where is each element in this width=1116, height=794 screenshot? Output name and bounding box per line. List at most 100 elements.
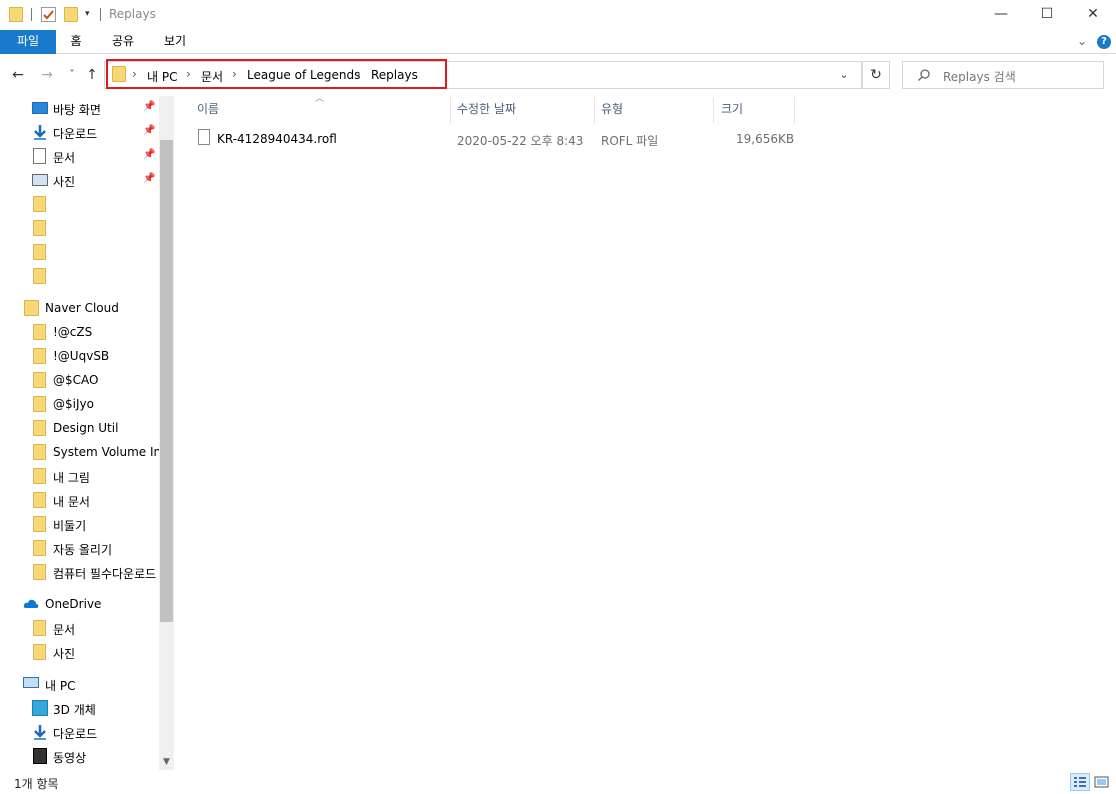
nav-item-label: Naver Cloud xyxy=(45,301,119,315)
nav-item-folder[interactable]: 내 문서 xyxy=(0,489,160,511)
up-button[interactable]: ↑ xyxy=(82,65,102,85)
close-button[interactable]: ✕ xyxy=(1070,0,1116,30)
maximize-button[interactable]: ☐ xyxy=(1024,0,1070,30)
nav-item-label: 컴퓨터 필수다운로드 xyxy=(53,567,157,581)
breadcrumb-separator: › xyxy=(356,67,361,81)
pin-icon: 📌 xyxy=(143,149,156,160)
nav-item-label: 문서 xyxy=(53,623,76,637)
nav-item-folder[interactable]: System Volume Info xyxy=(0,441,160,463)
column-divider[interactable] xyxy=(713,97,714,123)
help-icon[interactable]: ? xyxy=(1097,35,1111,49)
nav-item-folder[interactable]: !@UqvSB xyxy=(0,345,160,367)
nav-item-folder[interactable]: 컴퓨터 필수다운로드 xyxy=(0,561,160,583)
nav-item-pictures[interactable]: 사진 📌 xyxy=(0,169,160,191)
forward-button[interactable]: → xyxy=(37,65,57,85)
nav-item-folder[interactable] xyxy=(0,265,160,287)
nav-item-label: 자동 올리기 xyxy=(53,543,113,557)
nav-item-label: System Volume Info xyxy=(53,445,160,459)
nav-item-videos[interactable]: 동영상 xyxy=(0,745,160,767)
pin-icon: 📌 xyxy=(143,101,156,112)
refresh-button[interactable]: ↻ xyxy=(862,61,890,89)
details-view-button[interactable] xyxy=(1070,773,1090,791)
nav-item-folder[interactable] xyxy=(0,241,160,263)
sort-ascending-icon: ︿ xyxy=(315,94,325,104)
ribbon: 파일 홈 공유 보기 ⌄ ? xyxy=(0,30,1116,54)
breadcrumb-league-of-legends[interactable]: League of Legends xyxy=(247,68,360,82)
tab-file[interactable]: 파일 xyxy=(0,30,56,54)
file-type: ROFL 파일 xyxy=(601,134,659,148)
column-divider[interactable] xyxy=(594,97,595,123)
nav-item-folder[interactable]: @$iJyo xyxy=(0,393,160,415)
back-button[interactable]: ← xyxy=(8,65,28,85)
window-title: Replays xyxy=(109,7,156,21)
nav-item-documents[interactable]: 문서 📌 xyxy=(0,145,160,167)
file-date: 2020-05-22 오후 8:43 xyxy=(457,134,584,148)
nav-item-folder[interactable] xyxy=(0,193,160,215)
nav-item-folder[interactable]: @$CAO xyxy=(0,369,160,391)
nav-item-folder[interactable]: 내 그림 xyxy=(0,465,160,487)
breadcrumb[interactable]: › 내 PC › 문서 › League of Legends › Replay… xyxy=(106,59,447,89)
recent-locations-button[interactable]: ˅ xyxy=(62,65,82,85)
nav-item-3d-objects[interactable]: 3D 개체 xyxy=(0,697,160,719)
tab-view[interactable]: 보기 xyxy=(157,30,193,54)
folder-icon xyxy=(33,348,46,364)
expand-ribbon-icon[interactable]: ⌄ xyxy=(1074,30,1090,54)
column-header-name[interactable]: 이름 xyxy=(197,100,219,122)
folder-icon xyxy=(33,468,46,484)
nav-item-folder[interactable]: 문서 xyxy=(0,617,160,639)
nav-item-label: 동영상 xyxy=(53,751,87,765)
nav-item-downloads[interactable]: 다운로드 xyxy=(0,721,160,743)
properties-icon[interactable] xyxy=(41,7,56,22)
nav-item-folder[interactable]: 사진 xyxy=(0,641,160,663)
file-row[interactable]: KR-4128940434.rofl 2020-05-22 오후 8:43 RO… xyxy=(192,128,796,150)
new-folder-icon[interactable] xyxy=(64,7,78,22)
nav-item-this-pc[interactable]: 내 PC xyxy=(0,673,160,695)
nav-item-label: 내 그림 xyxy=(53,471,90,485)
nav-item-label: 사진 xyxy=(53,175,76,189)
breadcrumb-separator: › xyxy=(232,67,237,81)
tab-share[interactable]: 공유 xyxy=(105,30,141,54)
nav-item-label: OneDrive xyxy=(45,597,102,611)
nav-item-onedrive[interactable]: OneDrive xyxy=(0,593,160,615)
file-name[interactable]: KR-4128940434.rofl xyxy=(217,132,337,146)
scroll-down-icon[interactable]: ▼ xyxy=(159,754,174,770)
nav-item-folder[interactable]: 비둘기 xyxy=(0,513,160,535)
column-header-date[interactable]: 수정한 날짜 xyxy=(457,100,516,122)
document-icon xyxy=(33,148,46,164)
minimize-button[interactable]: — xyxy=(978,0,1024,30)
tab-home[interactable]: 홈 xyxy=(64,30,88,54)
column-header-type[interactable]: 유형 xyxy=(601,100,623,122)
file-icon xyxy=(198,129,210,145)
folder-icon xyxy=(33,220,46,236)
navpane-scroll-thumb[interactable] xyxy=(160,140,173,622)
divider xyxy=(31,8,32,21)
address-dropdown-icon[interactable]: ⌄ xyxy=(836,66,852,84)
nav-item-label: 사진 xyxy=(53,647,76,661)
breadcrumb-documents[interactable]: 문서 xyxy=(201,68,223,85)
search-icon xyxy=(918,69,930,81)
nav-item-folder[interactable]: Design Util xyxy=(0,417,160,439)
nav-item-desktop[interactable]: 바탕 화면 📌 xyxy=(0,97,160,119)
breadcrumb-separator: › xyxy=(186,67,191,81)
nav-item-downloads[interactable]: 다운로드 📌 xyxy=(0,121,160,143)
breadcrumb-separator: › xyxy=(132,67,137,81)
nav-item-folder[interactable]: 자동 올리기 xyxy=(0,537,160,559)
folder-icon xyxy=(33,644,46,660)
folder-icon xyxy=(33,420,46,436)
onedrive-cloud-icon xyxy=(23,599,39,608)
pin-icon: 📌 xyxy=(143,125,156,136)
customize-toolbar-icon[interactable]: ▾ xyxy=(85,9,90,27)
column-divider[interactable] xyxy=(794,97,795,123)
nav-item-folder[interactable]: !@cZS xyxy=(0,321,160,343)
search-box[interactable]: Replays 검색 xyxy=(902,61,1104,89)
nav-item-naver-cloud[interactable]: Naver Cloud xyxy=(0,297,160,319)
nav-item-folder[interactable] xyxy=(0,217,160,239)
search-input[interactable]: Replays 검색 xyxy=(943,68,1016,85)
nav-item-label: 다운로드 xyxy=(53,127,98,141)
large-icons-view-button[interactable] xyxy=(1092,773,1112,791)
breadcrumb-this-pc[interactable]: 내 PC xyxy=(147,68,177,85)
folder-icon xyxy=(33,492,46,508)
column-header-size[interactable]: 크기 xyxy=(721,100,743,122)
breadcrumb-replays[interactable]: Replays xyxy=(371,68,418,82)
column-divider[interactable] xyxy=(450,97,451,123)
